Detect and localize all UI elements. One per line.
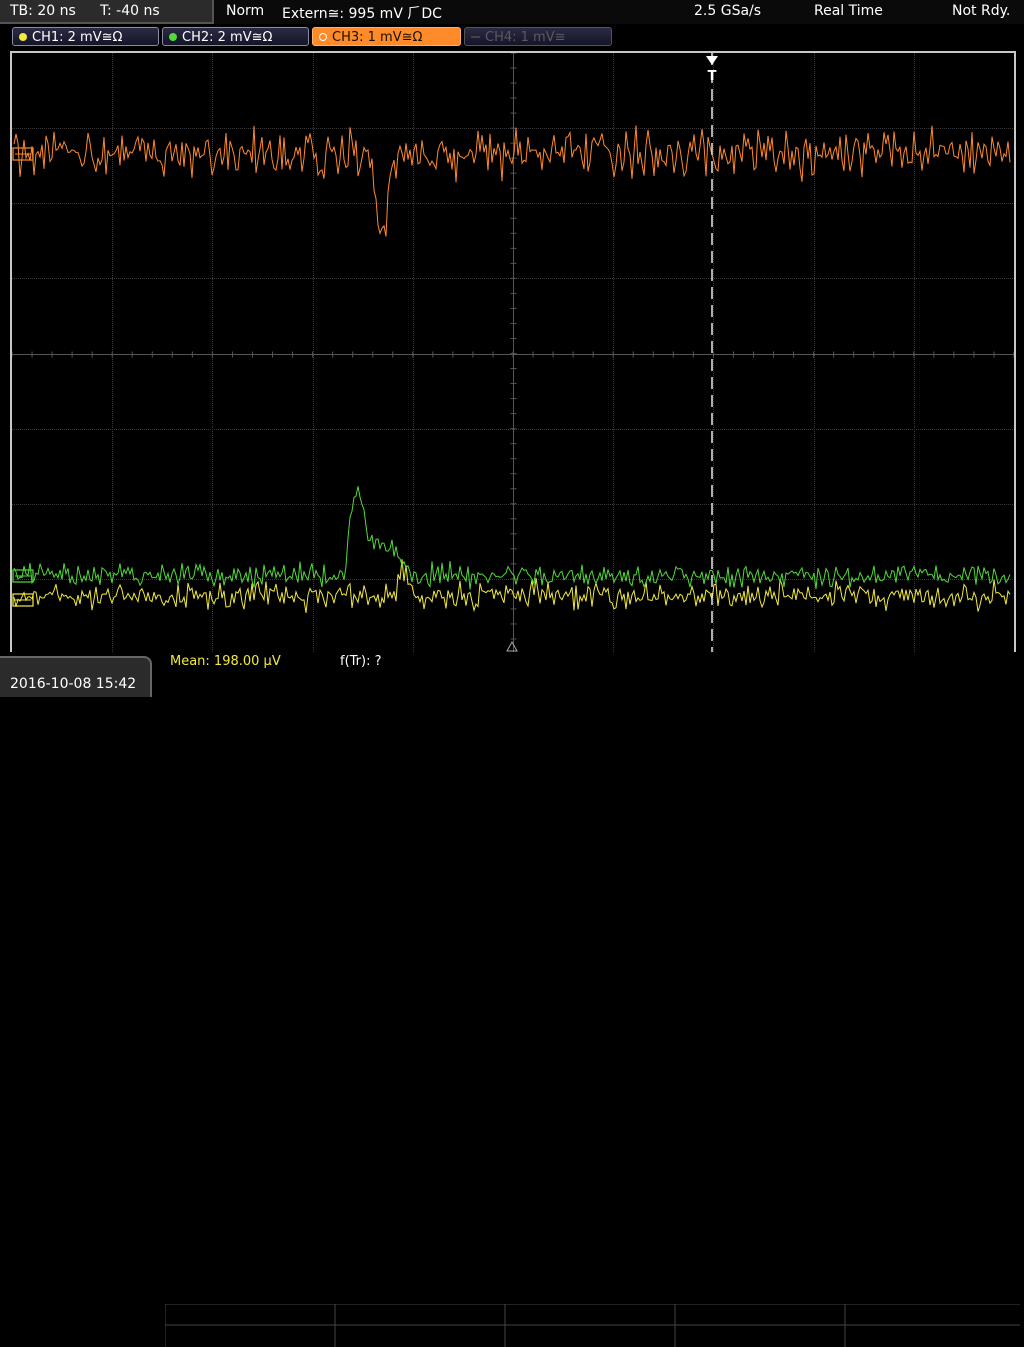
channel-ch4-label: CH4: 1 mV≅ <box>485 30 566 45</box>
trigger-t-label: T <box>708 69 717 84</box>
datetime-box: 2016-10-08 15:42 <box>0 656 152 697</box>
horizontal-position-icon <box>506 640 518 652</box>
ch2-indicator-icon <box>169 33 177 41</box>
trigger-arrow-icon <box>706 56 718 65</box>
trigger-source[interactable]: Extern≅: 995 mV ⺁DC <box>282 3 442 23</box>
ch3-waveform <box>13 125 1011 237</box>
channel-ch3-label: CH3: 1 mV≅Ω <box>332 30 423 45</box>
channel-ch3-button[interactable]: CH3: 1 mV≅Ω <box>312 27 461 46</box>
ch1-indicator-icon <box>19 33 27 41</box>
waveform-display[interactable]: T <box>10 51 1016 656</box>
acquisition-status: Not Rdy. <box>952 3 1011 19</box>
channel-ch2-label: CH2: 2 mV≅Ω <box>182 30 273 45</box>
sample-rate: 2.5 GSa/s <box>694 3 762 19</box>
measurement-ftr[interactable]: f(Tr): ? <box>340 654 382 669</box>
timestamp-label: 2016-10-08 15:42 <box>10 676 137 692</box>
channel-ch2-button[interactable]: CH2: 2 mV≅Ω <box>162 27 309 46</box>
timebase-label: TB: 20 ns <box>10 3 76 19</box>
timebase-box[interactable]: TB: 20 ns T: -40 ns <box>0 0 214 24</box>
bottom-bar <box>0 652 1024 1347</box>
waveform-canvas: T <box>11 52 1015 655</box>
trigger-mode[interactable]: Norm <box>226 3 264 19</box>
ch1-waveform <box>13 559 1011 613</box>
ch3-indicator-icon <box>319 33 327 41</box>
trigger-position-label: T: -40 ns <box>100 3 160 19</box>
channel-ch4-button[interactable]: CH4: 1 mV≅ <box>464 27 612 46</box>
channel-ch1-label: CH1: 2 mV≅Ω <box>32 30 123 45</box>
ch4-off-icon <box>471 36 480 38</box>
ch2-waveform <box>13 486 1011 590</box>
channel-ch1-button[interactable]: CH1: 2 mV≅Ω <box>12 27 159 46</box>
waveforms <box>13 125 1011 613</box>
measurement-mean[interactable]: Mean: 198.00 µV <box>170 654 281 669</box>
top-status-bar: TB: 20 ns T: -40 ns Norm Extern≅: 995 mV… <box>0 0 1024 24</box>
acquisition-mode: Real Time <box>814 3 883 19</box>
channel-bar: CH1: 2 mV≅Ω CH2: 2 mV≅Ω CH3: 1 mV≅Ω CH4:… <box>0 24 1024 50</box>
measurement-grid <box>165 1304 1020 1347</box>
